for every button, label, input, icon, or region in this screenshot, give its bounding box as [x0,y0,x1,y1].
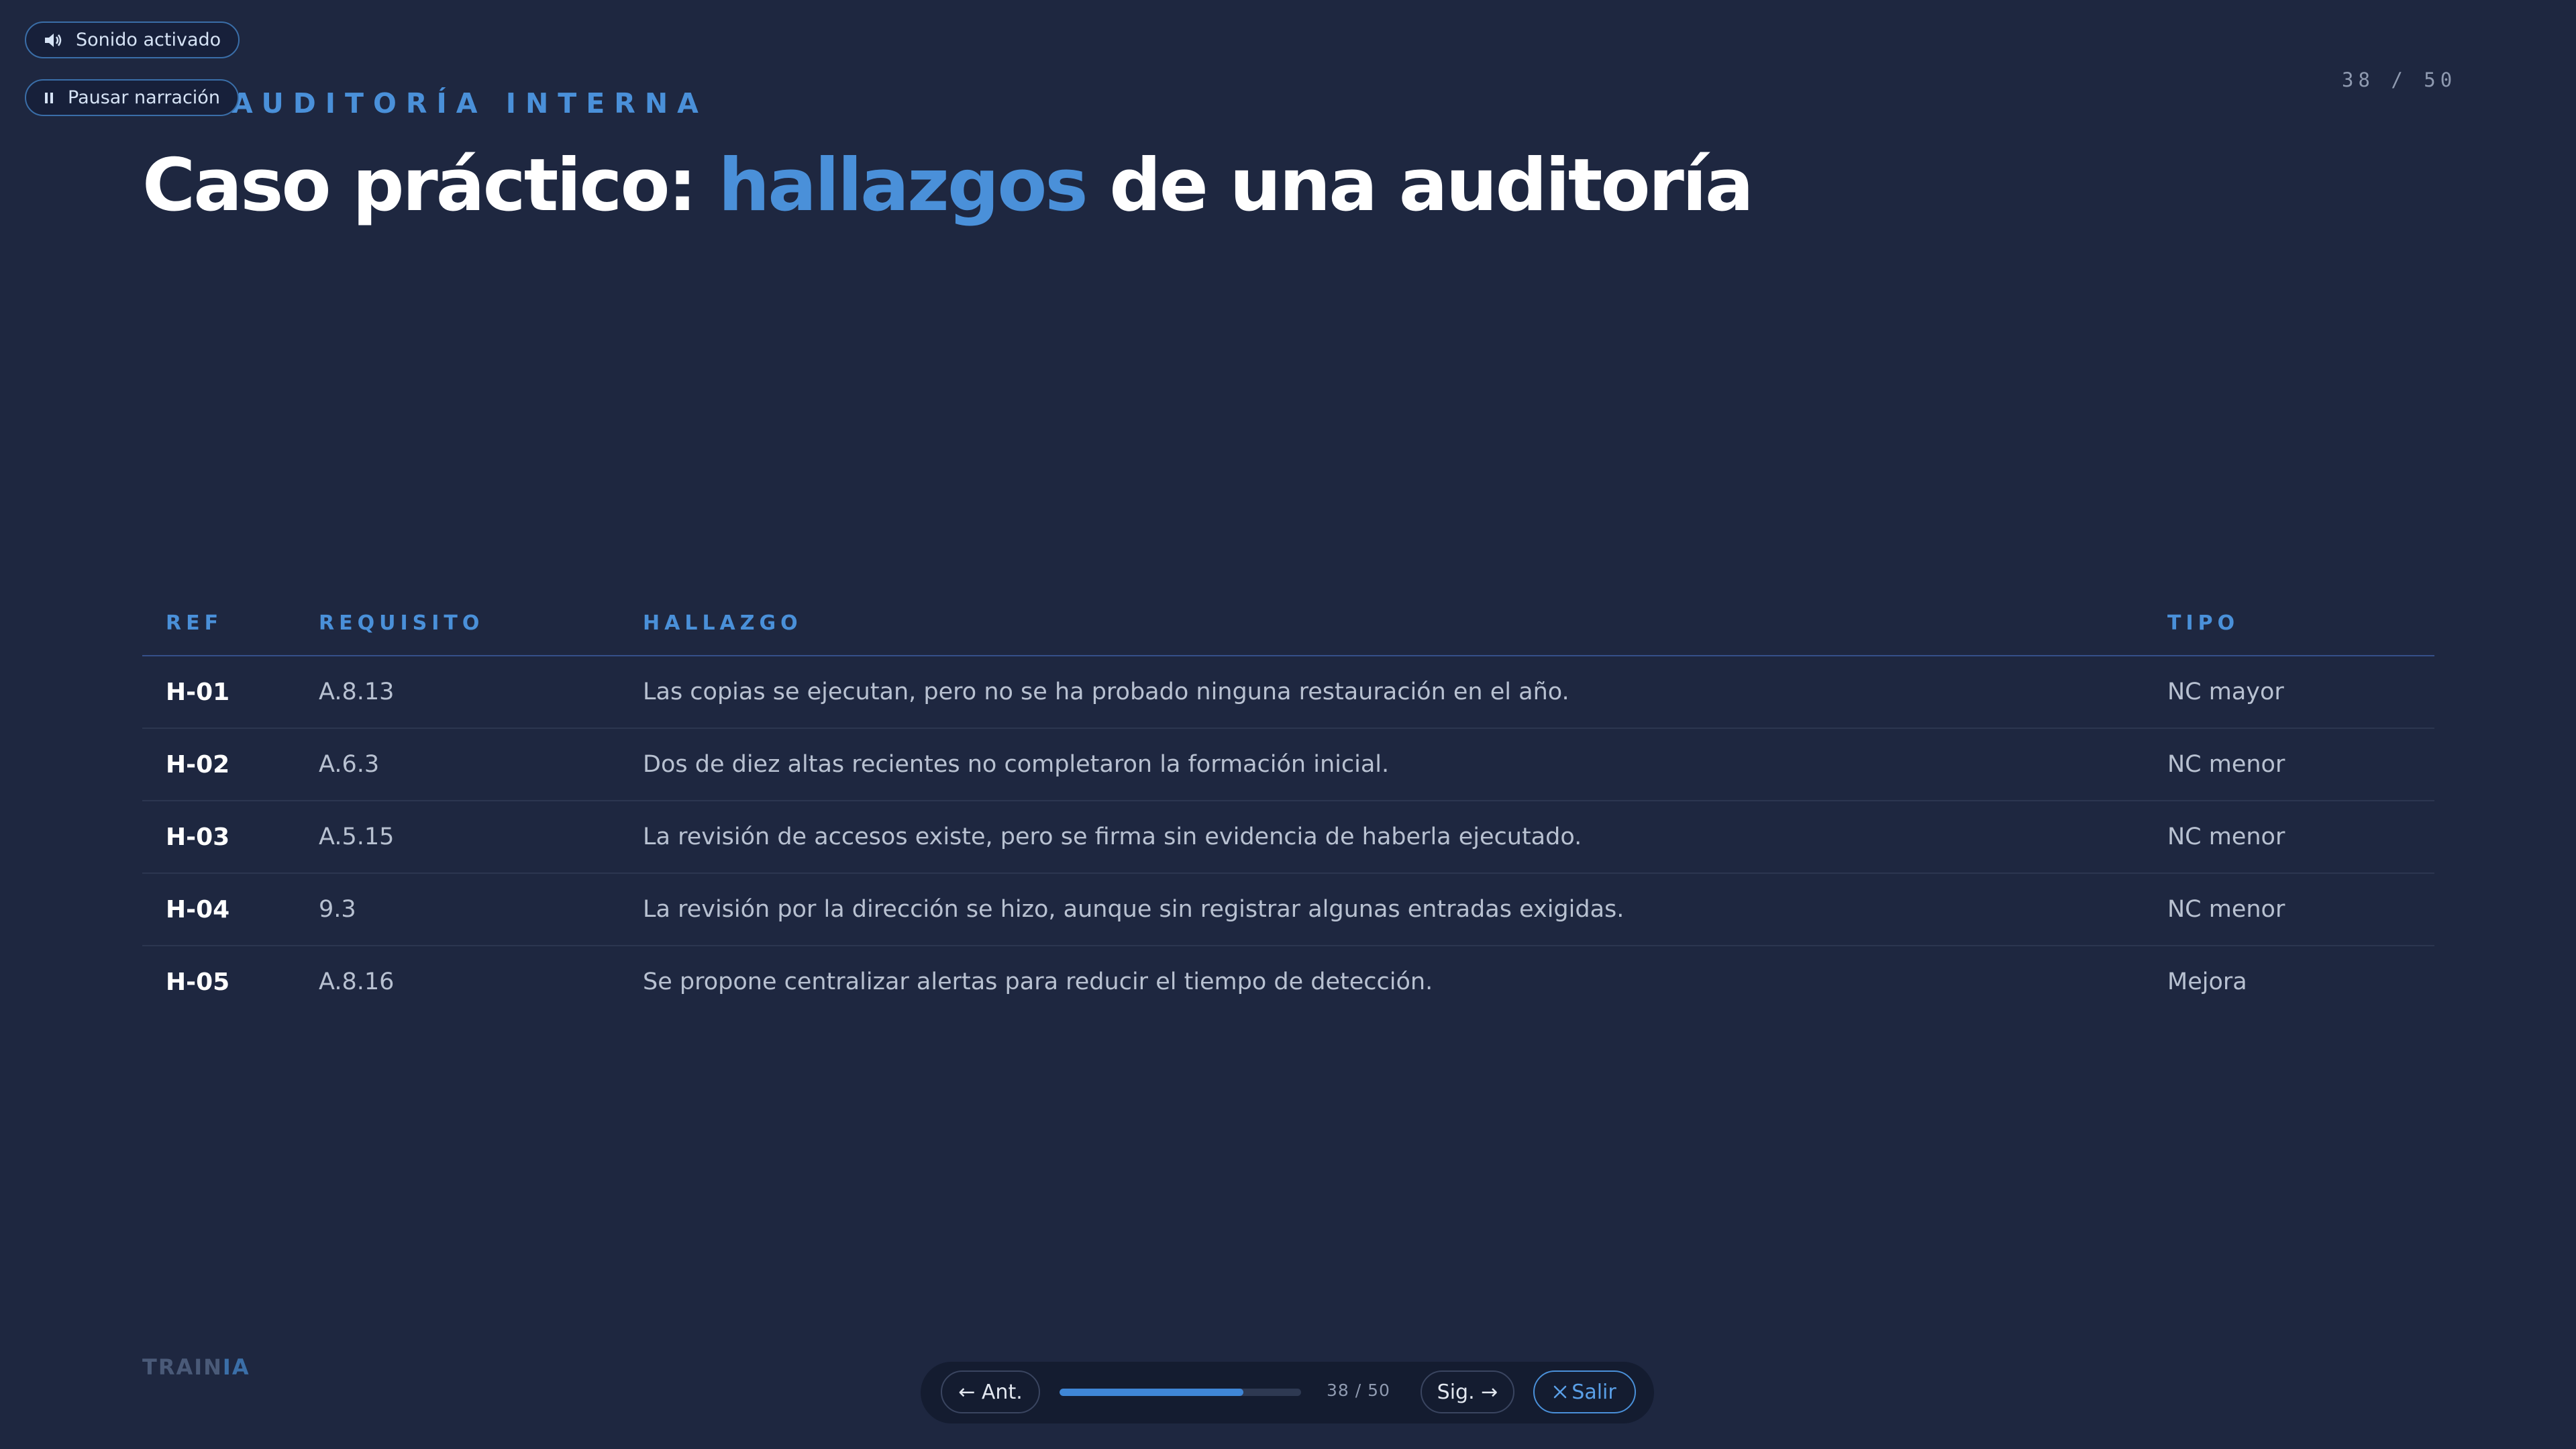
cell-tipo: Mejora [2167,968,2247,995]
cell-requisito: A.6.3 [319,751,380,778]
previous-button[interactable]: ← Ant. [941,1370,1040,1413]
brand-accent: IA [222,1354,250,1380]
section-eyebrow: AUDITORÍA INTERNA [231,87,708,119]
column-header-tipo: TIPO [2167,611,2240,635]
cell-hallazgo: Dos de diez altas recientes no completar… [643,751,1390,778]
table-row: H-02 A.6.3 Dos de diez altas recientes n… [142,729,2434,801]
cell-ref: H-05 [166,968,230,996]
cell-hallazgo: La revisión de accesos existe, pero se f… [643,823,1582,850]
cell-tipo: NC menor [2167,896,2285,923]
close-icon [1553,1385,1567,1399]
cell-requisito: A.8.16 [319,968,395,995]
column-header-hallazgo: HALLAZGO [643,611,803,635]
table-header: REF REQUISITO HALLAZGO TIPO [142,591,2434,656]
cell-hallazgo: Se propone centralizar alertas para redu… [643,968,1433,995]
cell-ref: H-01 [166,678,230,706]
brand-logo: TRAINIA [142,1354,250,1380]
navigation-bar: ← Ant. 38 / 50 Sig. → Salir [921,1362,1654,1423]
cell-ref: H-04 [166,895,230,923]
cell-ref: H-02 [166,750,230,779]
next-button[interactable]: Sig. → [1421,1370,1514,1413]
nav-slide-counter: 38 / 50 [1327,1381,1390,1400]
table-row: H-03 A.5.15 La revisión de accesos exist… [142,801,2434,874]
findings-table: REF REQUISITO HALLAZGO TIPO H-01 A.8.13 … [142,591,2434,1017]
column-header-requisito: REQUISITO [319,611,484,635]
cell-requisito: 9.3 [319,896,356,923]
cell-requisito: A.5.15 [319,823,395,850]
progress-bar [1060,1389,1301,1396]
progress-fill [1060,1389,1243,1396]
slide-counter: 38 / 50 [2342,68,2457,91]
column-header-ref: REF [166,611,223,635]
pause-narration-button[interactable]: Pausar narración [25,79,239,116]
table-row: H-01 A.8.13 Las copias se ejecutan, pero… [142,656,2434,729]
brand-main: TRAIN [142,1354,223,1380]
slide-stage: Sonido activado Pausar narración AUDITOR… [0,0,2576,1449]
title-part-1: Caso práctico: [142,144,719,228]
pause-icon [44,91,54,105]
table-row: H-04 9.3 La revisión por la dirección se… [142,874,2434,946]
cell-hallazgo: La revisión por la dirección se hizo, au… [643,896,1625,923]
page-title: Caso práctico: hallazgos de una auditorí… [142,144,1754,228]
cell-tipo: NC menor [2167,751,2285,778]
cell-requisito: A.8.13 [319,679,395,705]
cell-ref: H-03 [166,823,230,851]
table-row: H-05 A.8.16 Se propone centralizar alert… [142,946,2434,1017]
title-highlight: hallazgos [718,144,1088,228]
cell-tipo: NC menor [2167,823,2285,850]
sound-toggle-button[interactable]: Sonido activado [25,21,240,58]
pause-narration-label: Pausar narración [68,87,220,108]
cell-hallazgo: Las copias se ejecutan, pero no se ha pr… [643,679,1569,705]
title-part-2: de una auditoría [1086,144,1754,228]
exit-button-label: Salir [1572,1380,1616,1404]
sound-toggle-label: Sonido activado [76,30,221,50]
cell-tipo: NC mayor [2167,679,2284,705]
exit-button[interactable]: Salir [1533,1370,1636,1413]
speaker-icon [44,32,62,48]
